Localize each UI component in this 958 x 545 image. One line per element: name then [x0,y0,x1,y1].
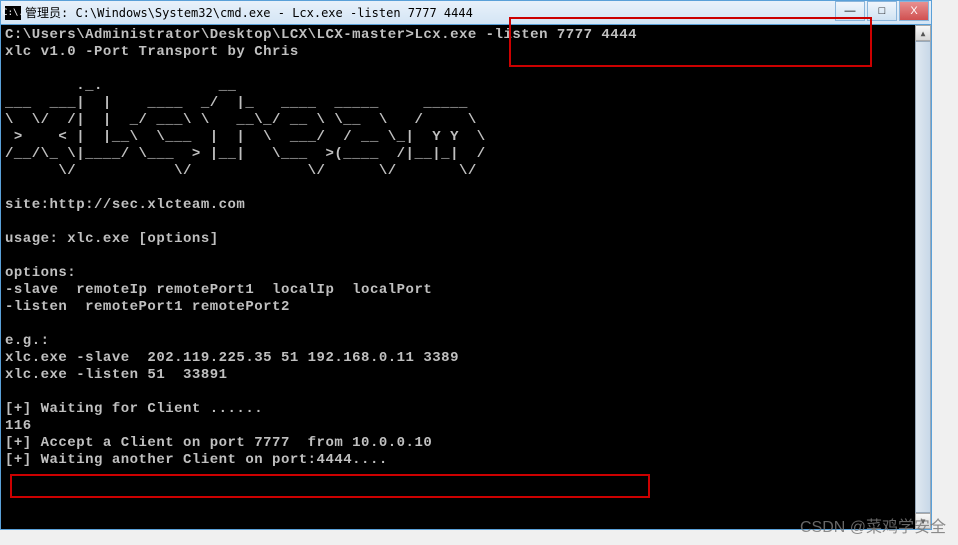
eg-slave-line: xlc.exe -slave 202.119.225.35 51 192.168… [5,350,459,366]
cmd-window: C:\. 管理员: C:\Windows\System32\cmd.exe - … [0,0,932,530]
maximize-button[interactable]: □ [867,1,897,21]
ascii-art-line: \ \/ /| | _/ ___\ \ __\_/ __ \ \__ \ / \ [5,112,486,128]
version-line: xlc v1.0 -Port Transport by Chris [5,44,299,60]
terminal-output[interactable]: C:\Users\Administrator\Desktop\LCX\LCX-m… [1,25,931,529]
titlebar[interactable]: C:\. 管理员: C:\Windows\System32\cmd.exe - … [1,1,931,25]
usage-line: usage: xlc.exe [options] [5,231,219,247]
prompt: C:\Users\Administrator\Desktop\LCX\LCX-m… [5,27,414,43]
window-controls: — □ X [834,1,931,24]
watermark: CSDN @菜鸡学安全 [800,513,946,537]
ascii-art-line: ___ ___| | ____ _/ |_ ____ _____ _____ [5,95,486,111]
waiting2-line: [+] Waiting another Client on port:4444.… [5,452,388,468]
options-header: options: [5,265,76,281]
eg-listen-line: xlc.exe -listen 51 33891 [5,367,228,383]
accept-line: [+] Accept a Client on port 7777 from 10… [5,435,432,451]
command-text: Lcx.exe -listen 7777 4444 [414,27,637,43]
ascii-art-line: > < | |__\ \___ | | \ ___/ / __ \_| Y Y … [5,129,486,145]
scroll-thumb[interactable] [915,41,931,513]
scroll-up-button[interactable]: ▲ [915,25,931,41]
close-button[interactable]: X [899,1,929,21]
option-slave-line: -slave remoteIp remotePort1 localIp loca… [5,282,432,298]
ascii-art-line: ._. __ [5,78,477,94]
eg-header: e.g.: [5,333,50,349]
option-listen-line: -listen remotePort1 remotePort2 [5,299,290,315]
ascii-art-line: \/ \/ \/ \/ \/ [5,163,486,179]
waiting-line: [+] Waiting for Client ...... [5,401,263,417]
scroll-track[interactable] [915,41,931,513]
minimize-button[interactable]: — [835,1,865,21]
num-line: 116 [5,418,32,434]
site-line: site:http://sec.xlcteam.com [5,197,245,213]
ascii-art-line: /__/\_ \|____/ \___ > |__| \___ >(____ /… [5,146,486,162]
window-title: 管理员: C:\Windows\System32\cmd.exe - Lcx.e… [25,4,834,21]
app-icon: C:\. [5,6,21,20]
vertical-scrollbar[interactable]: ▲ ▼ [915,25,931,529]
